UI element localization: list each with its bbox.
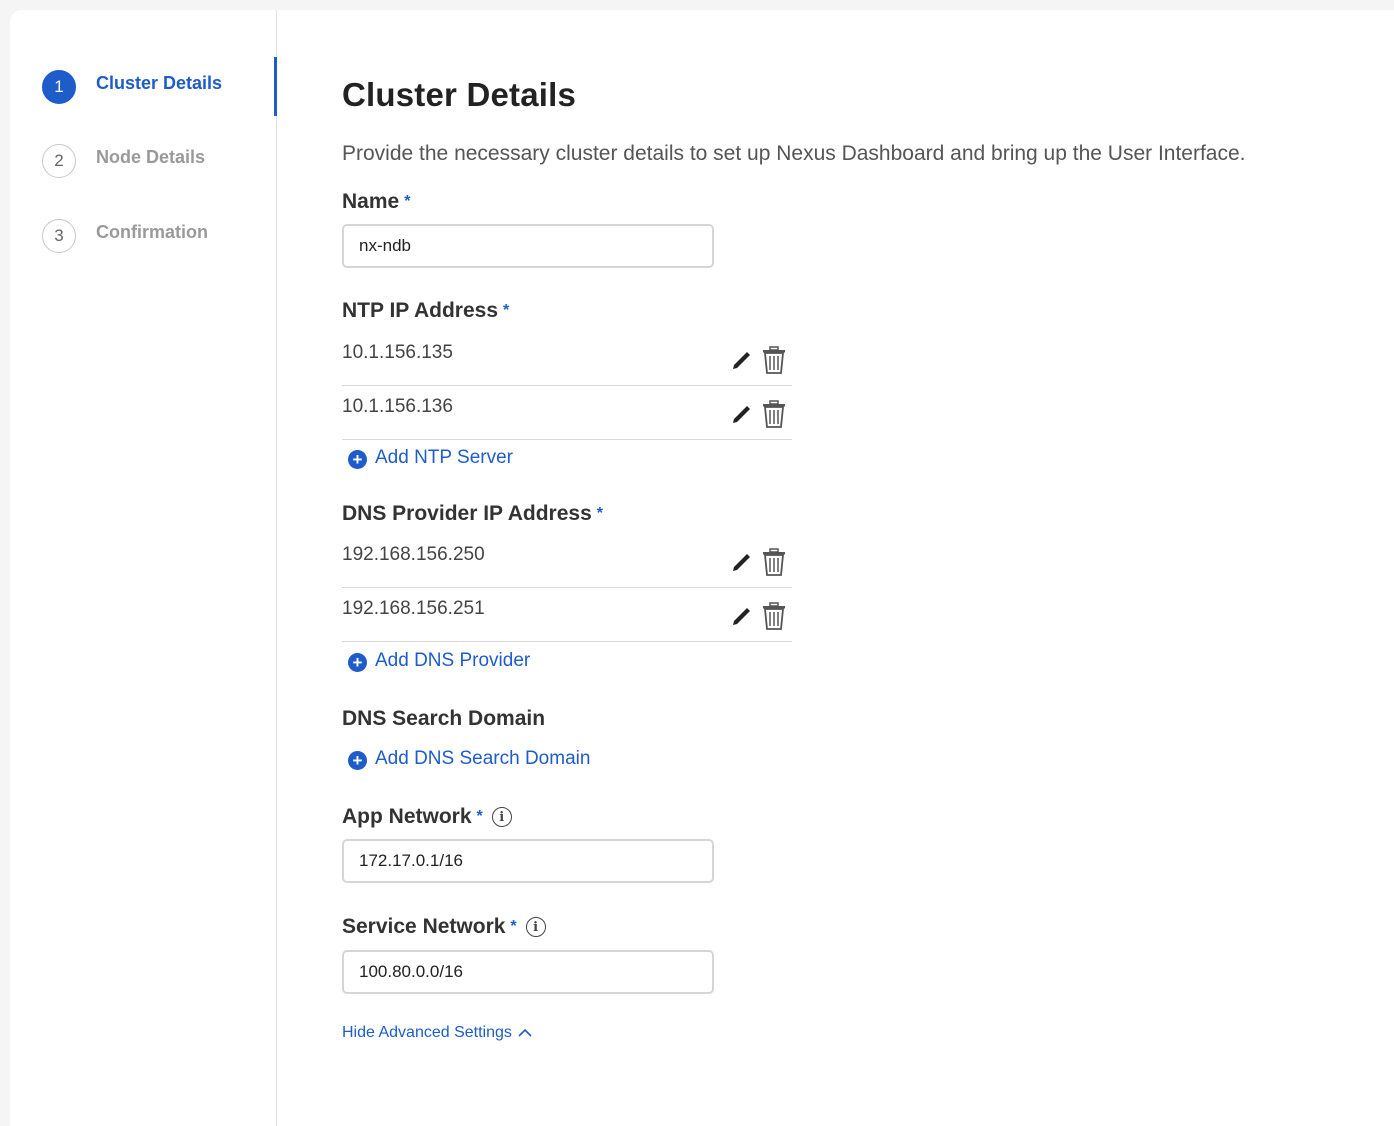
trash-icon[interactable]: [761, 602, 787, 630]
wizard-card: 1 Cluster Details 2 Node Details 3 Confi…: [10, 10, 1394, 1126]
dns-provider-address: 192.168.156.250: [342, 544, 485, 565]
plus-circle-icon: +: [348, 450, 367, 469]
info-icon[interactable]: i: [491, 807, 512, 827]
ntp-list-item: 10.1.156.135: [342, 332, 792, 386]
dns-provider-label-text: DNS Provider IP Address: [342, 502, 592, 525]
page-title: Cluster Details: [342, 76, 577, 113]
ntp-list-item: 10.1.156.136: [342, 386, 792, 440]
trash-icon[interactable]: [761, 400, 787, 428]
hide-advanced-settings-link[interactable]: Hide Advanced Settings: [342, 1024, 532, 1042]
step-node-details[interactable]: 2 Node Details: [42, 141, 205, 181]
pencil-icon[interactable]: [730, 348, 754, 372]
add-dns-search-domain-label: Add DNS Search Domain: [375, 748, 591, 769]
dns-provider-address: 192.168.156.251: [342, 598, 485, 619]
required-marker: *: [596, 505, 603, 522]
pencil-icon[interactable]: [730, 402, 754, 426]
chevron-up-icon: [518, 1028, 532, 1037]
plus-circle-icon: +: [348, 653, 367, 672]
ntp-address: 10.1.156.135: [342, 342, 453, 363]
page-description: Provide the necessary cluster details to…: [342, 142, 1246, 165]
step-label: Confirmation: [96, 221, 208, 242]
add-ntp-server-label: Add NTP Server: [375, 447, 513, 468]
required-marker: *: [476, 808, 483, 825]
plus-circle-icon: +: [348, 751, 367, 770]
app-network-label: App Network * i: [342, 805, 512, 829]
service-network-label-text: Service Network: [342, 915, 506, 938]
step-label: Node Details: [96, 146, 206, 167]
dns-provider-label: DNS Provider IP Address *: [342, 502, 603, 526]
step-confirmation[interactable]: 3 Confirmation: [42, 216, 208, 256]
name-label: Name *: [342, 190, 410, 214]
active-step-indicator: [274, 57, 277, 116]
hide-advanced-settings-label: Hide Advanced Settings: [342, 1024, 512, 1041]
ntp-address: 10.1.156.136: [342, 396, 453, 417]
required-marker: *: [503, 302, 510, 319]
name-input[interactable]: nx-ndb: [342, 224, 714, 268]
required-marker: *: [404, 193, 411, 210]
required-marker: *: [510, 918, 517, 935]
step-number: 1: [42, 70, 76, 104]
info-icon[interactable]: i: [525, 917, 546, 937]
add-dns-provider-label: Add DNS Provider: [375, 650, 531, 671]
dns-search-domain-label: DNS Search Domain: [342, 707, 545, 731]
wizard-steps-sidebar: 1 Cluster Details 2 Node Details 3 Confi…: [10, 10, 277, 1126]
ntp-label: NTP IP Address *: [342, 299, 509, 323]
step-number: 2: [42, 144, 76, 178]
app-network-label-text: App Network: [342, 805, 472, 828]
dns-provider-list-item: 192.168.156.250: [342, 534, 792, 588]
service-network-input[interactable]: 100.80.0.0/16: [342, 950, 714, 994]
dns-search-domain-label-text: DNS Search Domain: [342, 707, 546, 730]
add-ntp-server-button[interactable]: + Add NTP Server: [348, 447, 513, 469]
pencil-icon[interactable]: [730, 550, 754, 574]
app-network-input[interactable]: 172.17.0.1/16: [342, 839, 714, 883]
add-dns-provider-button[interactable]: + Add DNS Provider: [348, 650, 530, 672]
ntp-label-text: NTP IP Address: [342, 299, 499, 322]
add-dns-search-domain-button[interactable]: + Add DNS Search Domain: [348, 748, 590, 770]
step-cluster-details[interactable]: 1 Cluster Details: [42, 67, 222, 107]
step-number: 3: [42, 219, 76, 253]
trash-icon[interactable]: [761, 548, 787, 576]
dns-provider-list-item: 192.168.156.251: [342, 588, 792, 642]
name-label-text: Name: [342, 190, 400, 213]
pencil-icon[interactable]: [730, 604, 754, 628]
trash-icon[interactable]: [761, 346, 787, 374]
step-label: Cluster Details: [96, 72, 223, 93]
service-network-label: Service Network * i: [342, 915, 546, 939]
